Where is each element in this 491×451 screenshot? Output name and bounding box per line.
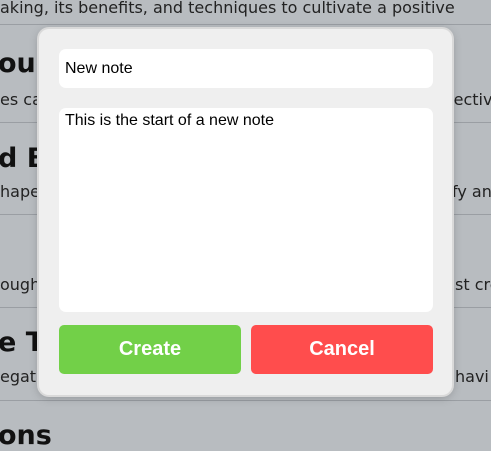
note-description: es ca xyxy=(0,90,42,109)
new-note-dialog: This is the start of a new note Create C… xyxy=(39,29,452,395)
divider xyxy=(0,400,491,401)
note-description: havi xyxy=(455,367,489,386)
note-description: fectiv xyxy=(448,90,491,109)
cancel-button[interactable]: Cancel xyxy=(251,325,433,374)
note-description: st cre xyxy=(455,275,491,294)
note-description: ough xyxy=(0,275,41,294)
divider xyxy=(0,24,491,25)
note-description: fy an xyxy=(452,182,491,201)
create-button[interactable]: Create xyxy=(59,325,241,374)
note-description: hape xyxy=(0,182,40,201)
note-body-textarea[interactable]: This is the start of a new note xyxy=(59,108,433,312)
note-description: aking, its benefits, and techniques to c… xyxy=(0,0,455,17)
note-title: ons xyxy=(0,420,52,451)
note-title-input[interactable] xyxy=(59,49,433,88)
note-title: e T xyxy=(0,327,45,358)
note-description: egati xyxy=(0,367,41,386)
